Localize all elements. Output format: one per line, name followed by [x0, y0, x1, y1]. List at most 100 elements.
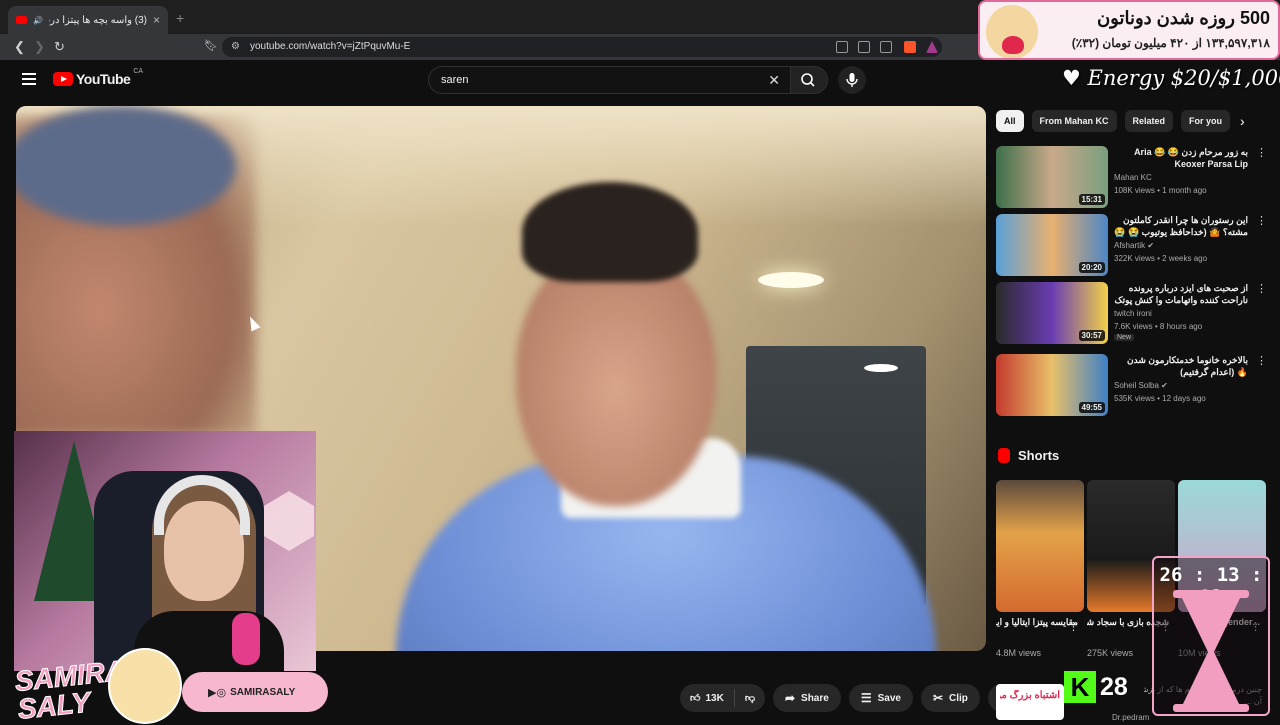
channel-name-text: Afshartik	[1114, 241, 1146, 250]
video-thumbnail[interactable]: 20:20	[996, 214, 1108, 276]
shorts-icon	[998, 448, 1010, 463]
chip-for-you[interactable]: For you	[1181, 110, 1231, 132]
new-tab-icon[interactable]: +	[176, 10, 184, 26]
channel-name[interactable]: Mahan KC	[1114, 173, 1152, 182]
channel-name[interactable]: Afshartik ✔	[1114, 241, 1154, 250]
share-page-icon[interactable]	[880, 41, 892, 53]
site-info-icon[interactable]: ⚙	[231, 41, 240, 52]
thumbnail-caption: اشتباه بزرگ موقع خوردن	[1000, 690, 1060, 701]
youtube-play-icon	[53, 72, 73, 86]
youtube-logo[interactable]: YouTube CA	[53, 68, 143, 87]
video-meta: 108K views • 1 month ago	[1114, 186, 1207, 195]
new-badge: New	[1114, 334, 1135, 341]
channel-name: Dr.pedram	[1112, 713, 1150, 722]
chip-all[interactable]: All	[996, 110, 1024, 132]
voice-search-button[interactable]	[838, 66, 866, 94]
youtube-favicon-icon	[16, 16, 27, 24]
streamer-brand: SAMIRA SALY	[0, 648, 182, 725]
back-icon[interactable]: ❮	[14, 39, 25, 55]
like-button[interactable]: 👍︎ 13K	[680, 689, 735, 707]
video-duration: 49:55	[1078, 402, 1105, 413]
channel-name[interactable]: Soheil Solba ✔	[1114, 381, 1168, 390]
reload-icon[interactable]: ↻	[54, 39, 65, 55]
search-icon	[801, 73, 815, 87]
forward-icon[interactable]: ❯	[34, 39, 45, 55]
clip-button[interactable]: ✂ Clip	[920, 684, 980, 712]
thumbs-up-icon: 👍︎	[690, 693, 701, 704]
video-meta: 7.6K views • 8 hours ago	[1114, 322, 1203, 331]
save-label: Save	[877, 692, 901, 704]
pink-microphone	[232, 613, 260, 665]
video-thumbnail[interactable]: 49:55	[996, 354, 1108, 416]
hamburger-menu-icon[interactable]	[22, 73, 36, 85]
chip-from-channel[interactable]: From Mahan KC	[1031, 110, 1117, 132]
thumbs-down-icon: 👎︎	[744, 693, 755, 704]
cast-icon[interactable]	[858, 41, 870, 53]
like-dislike-group: 👍︎ 13K 👎︎	[680, 684, 765, 712]
video-duration: 20:20	[1078, 262, 1105, 273]
recommendation-item[interactable]: 15:31 به زور مرحام زدن 😂 😂 Aria Keoxer P…	[996, 146, 1267, 210]
like-count: 13K	[705, 692, 724, 704]
energy-goal-text: ♥ Energy $20/$1,000	[1062, 66, 1280, 90]
video-cap	[16, 106, 236, 226]
logo-text: YouTube	[76, 71, 131, 87]
recommendation-item[interactable]: 20:20 این رستوران ها چرا انقدر کاملتون م…	[996, 214, 1267, 278]
more-options-icon[interactable]: ⋮	[1256, 146, 1267, 159]
share-icon: ➦	[784, 691, 796, 705]
short-title[interactable]: مقایسه پیتزا ایتالیا و ایران 😍	[996, 616, 1078, 628]
more-options-icon[interactable]: ⋮	[1068, 620, 1079, 633]
hexagon-light	[264, 491, 314, 551]
video-actions: 👍︎ 13K 👎︎ ➦ Share ☰ Save ✂ Clip ⋯	[680, 684, 1016, 712]
verified-icon: ✔	[1147, 241, 1155, 250]
video-title[interactable]: از صحبت های ایزد درباره پرونده ناراحت کن…	[1114, 282, 1248, 306]
donation-amount: ۱۳۴,۵۹۷,۳۱۸ از ۴۲۰ میلیون تومان (۳۲٪)	[1071, 36, 1270, 50]
more-options-icon[interactable]: ⋮	[1256, 214, 1267, 227]
video-title[interactable]: بالاخره خانوما خدمتکارمون شدن 🔥 (اعدام گ…	[1114, 354, 1248, 378]
youtube-instagram-icon: ▶◎	[208, 686, 227, 699]
channel-name-text: Soheil Solba	[1114, 381, 1159, 390]
save-button[interactable]: ☰ Save	[848, 684, 913, 712]
tab-title: (3) واسه بچه ها پیتزا درست کرد...	[49, 14, 147, 26]
video-thumbnail[interactable]: 15:31	[996, 146, 1108, 208]
social-handle-badge: ▶◎ SAMIRASALY	[182, 672, 328, 712]
browser-tab[interactable]: 🔊 (3) واسه بچه ها پیتزا درست کرد... ×	[8, 6, 168, 34]
share-button[interactable]: ➦ Share	[772, 684, 841, 712]
verified-icon: ✔	[1161, 381, 1168, 390]
speaker-icon[interactable]: 🔊	[33, 16, 43, 25]
chip-related[interactable]: Related	[1124, 110, 1174, 132]
recommendation-item[interactable]: 49:55 بالاخره خانوما خدمتکارمون شدن 🔥 (ا…	[996, 354, 1267, 418]
clear-search-icon[interactable]: ✕	[768, 72, 780, 89]
video-thumbnail[interactable]: 30:57	[996, 282, 1108, 344]
clip-label: Clip	[949, 692, 968, 704]
short-thumbnail[interactable]	[996, 480, 1084, 612]
more-options-icon[interactable]: ⋮	[1256, 354, 1267, 367]
search-input[interactable]: saren ✕	[428, 66, 790, 94]
kick-count: 28	[1100, 672, 1128, 701]
video-title[interactable]: این رستوران ها چرا انقدر کاملتون مشته؟ 🤷…	[1114, 214, 1248, 238]
shorts-label: Shorts	[1018, 448, 1060, 463]
video-title[interactable]: به زور مرحام زدن 😂 😂 Aria Keoxer Parsa L…	[1114, 146, 1248, 170]
url-text: youtube.com/watch?v=jZtPquvMu-E	[250, 41, 411, 52]
bookmark-icon[interactable]: 🔖︎	[204, 39, 218, 52]
subathon-timer: 26 : 13 : 12	[1152, 556, 1270, 716]
channel-name[interactable]: twitch ironi	[1114, 309, 1152, 318]
more-options-icon[interactable]: ⋮	[1256, 282, 1267, 295]
heart-icon	[1002, 36, 1024, 54]
close-tab-icon[interactable]: ×	[153, 13, 160, 27]
search-button[interactable]	[790, 66, 828, 94]
chevron-right-icon[interactable]: ›	[1240, 113, 1245, 129]
video-hair	[522, 182, 698, 282]
filter-chips: All From Mahan KC Related For you	[996, 110, 1231, 132]
brave-shield-icon[interactable]	[904, 41, 916, 53]
streamer-webcam	[14, 431, 316, 671]
video-duration: 30:57	[1078, 330, 1105, 341]
recommendation-item[interactable]: 30:57 از صحبت های ایزد درباره پرونده نار…	[996, 282, 1267, 346]
donation-goal-banner: 500 روزه شدن دوناتون ۱۳۴,۵۹۷,۳۱۸ از ۴۲۰ …	[978, 0, 1280, 60]
tracking-icon[interactable]	[836, 41, 848, 53]
dislike-button[interactable]: 👎︎	[735, 692, 765, 704]
video-face	[516, 246, 716, 506]
bottom-thumbnail-card[interactable]: اشتباه بزرگ موقع خوردن	[996, 684, 1064, 720]
scissors-icon: ✂	[932, 691, 944, 705]
hourglass-icon	[1173, 590, 1249, 712]
url-field[interactable]: ⚙ youtube.com/watch?v=jZtPquvMu-E	[222, 37, 942, 57]
